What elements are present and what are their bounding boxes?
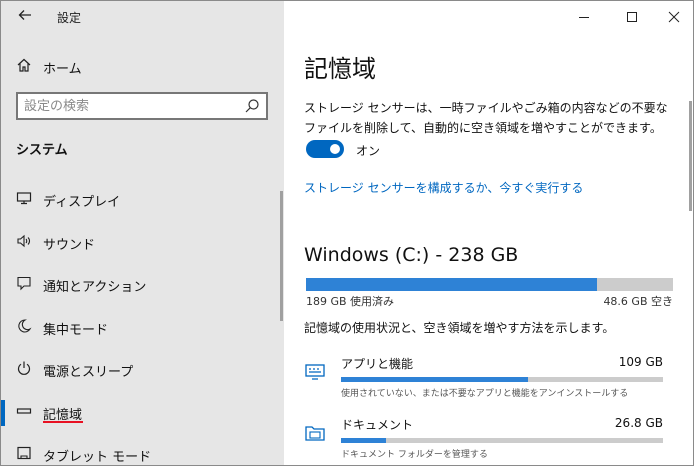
toggle-state-label: オン: [356, 144, 381, 158]
drive-usage-bar: [306, 278, 673, 291]
category-name: ドキュメント: [341, 418, 414, 432]
configure-storage-sense-link[interactable]: ストレージ センサーを構成するか、今すぐ実行する: [304, 179, 583, 196]
category-usage-fill: [341, 438, 387, 443]
category-usage-fill: [341, 377, 528, 382]
sidebar-item-display[interactable]: ディスプレイ: [1, 182, 284, 216]
main-scrollbar[interactable]: [689, 101, 692, 211]
page-title: 記憶域: [304, 55, 376, 83]
category-description: 使用されていない、または不要なアプリと機能をアンインストールする: [341, 389, 629, 399]
category-usage-bar: [341, 377, 663, 382]
sidebar-item-label: 通知とアクション: [43, 280, 147, 295]
category-apps[interactable]: アプリと機能 109 GB 使用されていない、または不要なアプリと機能をアンイン…: [284, 353, 693, 403]
back-arrow-icon[interactable]: [15, 7, 35, 27]
sidebar-item-tablet[interactable]: タブレット モード: [1, 437, 284, 465]
search-box[interactable]: [16, 92, 268, 120]
main-content: 記憶域 ストレージ センサーは、一時ファイルやごみ箱の内容などの不要なファイルを…: [284, 1, 693, 465]
folder-icon: [304, 422, 326, 444]
home-icon: [15, 57, 33, 75]
sidebar-item-label: ディスプレイ: [43, 195, 121, 210]
sidebar-item-label: タブレット モード: [43, 450, 152, 465]
apps-icon: [304, 361, 326, 383]
category-size: 26.8 GB: [614, 416, 663, 430]
title-bar-left: 設定: [1, 1, 284, 33]
sidebar-item-label: サウンド: [43, 238, 96, 253]
category-size: 109 GB: [618, 355, 663, 369]
app-title: 設定: [57, 11, 82, 25]
search-input[interactable]: [24, 97, 234, 115]
free-space-label: 48.6 GB 空き: [603, 295, 673, 308]
storage-sense-description: ストレージ センサーは、一時ファイルやごみ箱の内容などの不要なファイルを削除して…: [304, 101, 668, 135]
category-name: アプリと機能: [341, 357, 414, 371]
category-description: ドキュメント フォルダーを管理する: [341, 450, 488, 460]
used-space-label: 189 GB 使用済み: [306, 295, 395, 308]
category-usage-bar: [341, 438, 663, 443]
close-button[interactable]: [662, 7, 686, 27]
usage-description: 記憶域の使用状況と、空き領域を増やす方法を示します。: [304, 321, 615, 335]
minimize-button[interactable]: [572, 7, 596, 27]
category-documents[interactable]: ドキュメント 26.8 GB ドキュメント フォルダーを管理する: [284, 414, 693, 464]
sidebar-item-label: 集中モード: [43, 323, 109, 338]
sidebar-item-notifications[interactable]: 通知とアクション: [1, 267, 284, 301]
sidebar-item-label: ホーム: [43, 62, 82, 77]
search-icon[interactable]: [244, 98, 260, 114]
toggle-knob: [330, 144, 340, 154]
sidebar-item-home[interactable]: ホーム: [1, 49, 284, 83]
sidebar-item-label: 電源とスリープ: [43, 365, 134, 380]
tablet-icon: [15, 445, 33, 463]
sidebar-scrollbar[interactable]: [280, 191, 283, 321]
drive-title: Windows (C:) - 238 GB: [304, 244, 519, 266]
notification-icon: [15, 275, 33, 293]
sidebar-item-sound[interactable]: サウンド: [1, 225, 284, 259]
storage-sense-toggle[interactable]: [306, 140, 344, 158]
section-title: システム: [16, 143, 68, 158]
red-underline: [43, 421, 83, 423]
sidebar-item-power[interactable]: 電源とスリープ: [1, 352, 284, 386]
moon-icon: [15, 318, 33, 336]
drive-usage-fill: [306, 278, 598, 291]
monitor-icon: [15, 190, 33, 208]
settings-window: 設定 ホーム システム ディスプレイ サウンド: [0, 0, 694, 466]
storage-icon: [15, 403, 33, 421]
sidebar: 設定 ホーム システム ディスプレイ サウンド: [1, 1, 284, 465]
sidebar-item-focus[interactable]: 集中モード: [1, 310, 284, 344]
sidebar-item-storage[interactable]: 記憶域: [1, 395, 284, 429]
maximize-button[interactable]: [620, 7, 644, 27]
power-icon: [15, 360, 33, 378]
speaker-icon: [15, 233, 33, 251]
